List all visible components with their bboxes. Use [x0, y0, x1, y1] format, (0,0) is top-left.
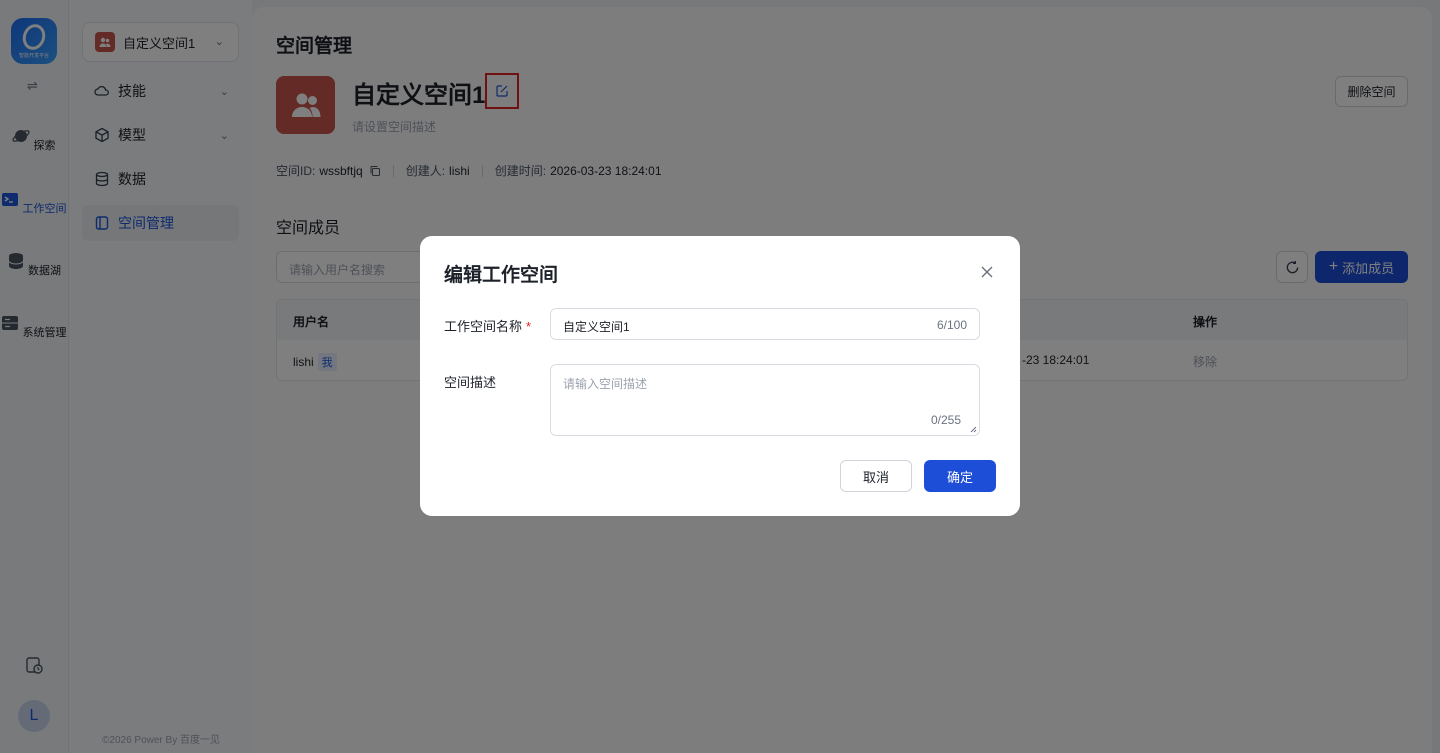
- workspace-name-value: 自定义空间1: [563, 320, 630, 334]
- required-marker: *: [526, 319, 532, 334]
- resize-handle-icon[interactable]: [970, 426, 977, 433]
- workspace-name-input[interactable]: 自定义空间1 6/100: [550, 308, 980, 340]
- name-field-label-text: 工作空间名称: [444, 319, 523, 334]
- confirm-button[interactable]: 确定: [924, 460, 996, 492]
- desc-placeholder: 请输入空间描述: [563, 377, 648, 391]
- workspace-desc-textarea[interactable]: 请输入空间描述 0/255: [550, 364, 980, 436]
- dialog-title: 编辑工作空间: [444, 265, 559, 286]
- desc-char-count: 0/255: [930, 413, 961, 427]
- name-char-count: 6/100: [936, 318, 967, 332]
- edit-workspace-dialog: 编辑工作空间 工作空间名称 * 自定义空间1 6/100 空间描述 请输入空间描述…: [420, 236, 1020, 516]
- close-icon[interactable]: [979, 264, 995, 280]
- name-field-label: 工作空间名称 *: [444, 316, 531, 335]
- cancel-button[interactable]: 取消: [840, 460, 912, 492]
- desc-field-label: 空间描述: [444, 375, 497, 390]
